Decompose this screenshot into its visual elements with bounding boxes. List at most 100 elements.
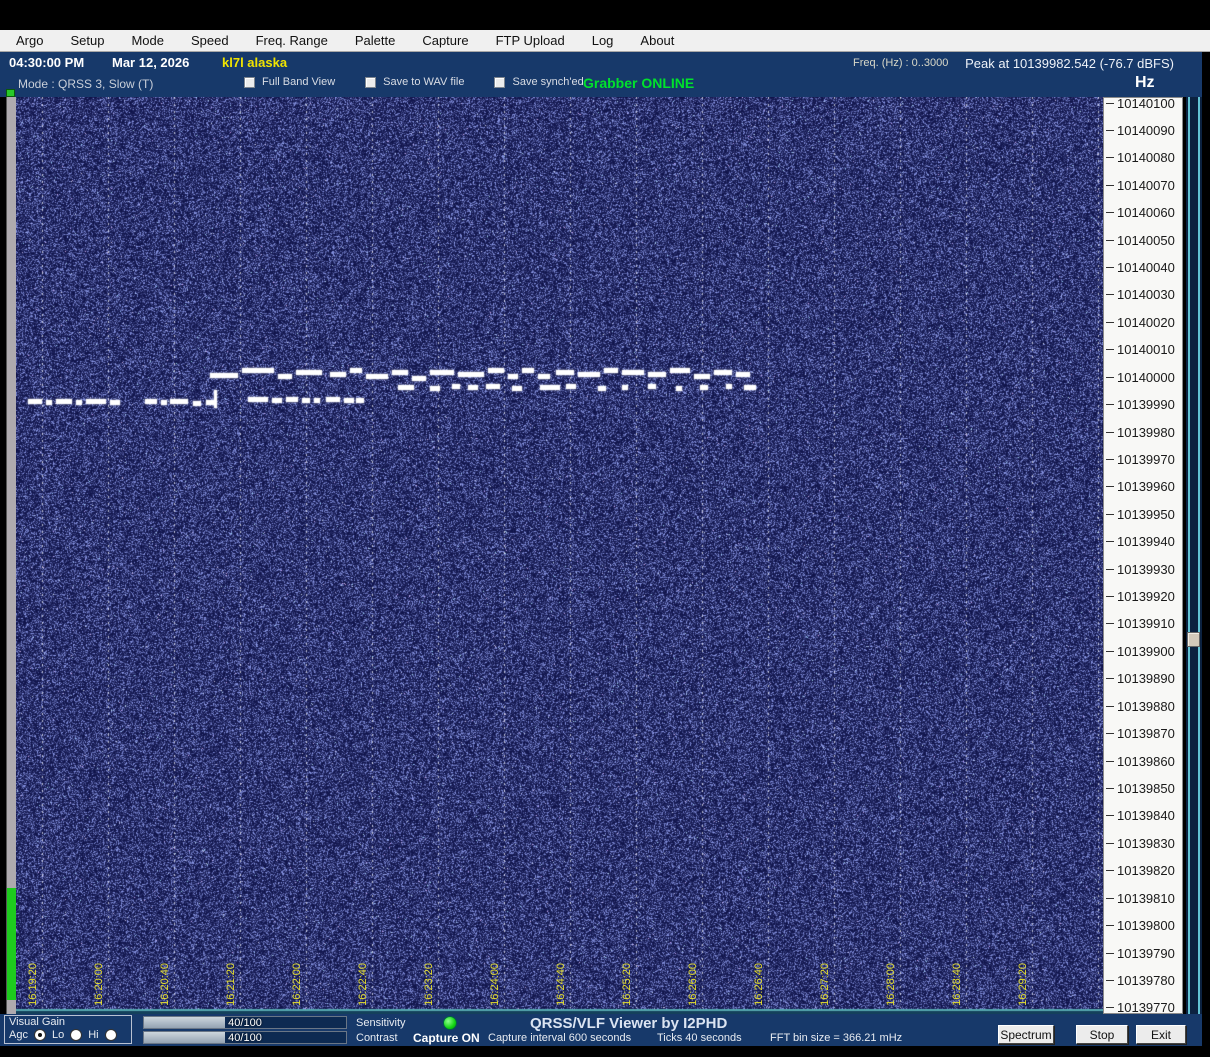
freq-scale-value: 10139990 <box>1117 397 1175 412</box>
checkbox-group: Full Band View Save to WAV file Save synch… <box>244 76 584 88</box>
freq-tick-mark <box>1106 157 1114 158</box>
checkbox-save-to-wav-file[interactable] <box>365 77 376 88</box>
exit-button[interactable]: Exit <box>1136 1025 1186 1044</box>
freq-tick-mark <box>1106 815 1114 816</box>
freq-scale-value: 10140000 <box>1117 370 1175 385</box>
menu-item-speed[interactable]: Speed <box>191 33 229 48</box>
freq-scale-value: 10139870 <box>1117 726 1175 741</box>
gain-sliders: 40/100 40/100 <box>143 1016 347 1046</box>
ticks-label: Ticks 40 seconds <box>657 1032 742 1044</box>
grabber-online-status: Grabber ONLINE <box>583 75 694 91</box>
frequency-scale: 10140100 10140090 10140080 10140070 10140060… <box>1103 97 1183 1014</box>
freq-tick-mark <box>1106 486 1114 487</box>
menu-item-freq-range[interactable]: Freq. Range <box>256 33 328 48</box>
checkbox-label: Save to WAV file <box>383 76 464 88</box>
freq-scale-row: 10139970 <box>1104 451 1184 467</box>
freq-scale-value: 10140020 <box>1117 315 1175 330</box>
radio-label: Hi <box>88 1029 98 1041</box>
freq-scale-value: 10140060 <box>1117 205 1175 220</box>
gain-radio-group: Agc Lo Hi <box>9 1029 117 1041</box>
freq-scale-value: 10139860 <box>1117 754 1175 769</box>
action-buttons: Spectrum Stop Exit <box>998 1025 1186 1044</box>
freq-scale-value: 10140070 <box>1117 178 1175 193</box>
capture-interval-label: Capture interval 600 seconds <box>488 1032 631 1044</box>
status-bar: 04:30:00 PM Mar 12, 2026 kl7l alaska Fre… <box>0 52 1202 97</box>
freq-scale-row: 10139900 <box>1104 643 1184 659</box>
freq-tick-mark <box>1106 953 1114 954</box>
freq-tick-mark <box>1106 294 1114 295</box>
freq-scale-row: 10139800 <box>1104 918 1184 934</box>
capture-progress-marker <box>6 89 15 97</box>
freq-tick-mark <box>1106 788 1114 789</box>
freq-scale-value: 10140030 <box>1117 287 1175 302</box>
freq-scale-row: 10139990 <box>1104 397 1184 413</box>
freq-scale-row: 10139940 <box>1104 534 1184 550</box>
freq-scale-value: 10140040 <box>1117 260 1175 275</box>
contrast-slider[interactable]: 40/100 <box>143 1031 347 1044</box>
freq-tick-mark <box>1106 322 1114 323</box>
freq-scale-row: 10139960 <box>1104 479 1184 495</box>
freq-tick-mark <box>1106 541 1114 542</box>
menu-item-palette[interactable]: Palette <box>355 33 395 48</box>
clock-time: 04:30:00 PM <box>9 55 84 70</box>
status-row-1: 04:30:00 PM Mar 12, 2026 kl7l alaska Fre… <box>0 52 1202 72</box>
freq-scale-row: 10139840 <box>1104 808 1184 824</box>
freq-scale-row: 10140040 <box>1104 260 1184 276</box>
freq-scale-row: 10139980 <box>1104 424 1184 440</box>
fft-bin-size-label: FFT bin size = 366.21 mHz <box>770 1032 902 1044</box>
menu-item-argo[interactable]: Argo <box>16 33 43 48</box>
capture-led-indicator <box>443 1016 457 1030</box>
waterfall-canvas <box>16 97 1103 1014</box>
freq-scale-row: 10140090 <box>1104 122 1184 138</box>
freq-scale-value: 10139840 <box>1117 808 1175 823</box>
freq-scale-row: 10139860 <box>1104 753 1184 769</box>
freq-scale-row: 10139870 <box>1104 726 1184 742</box>
checkbox-full-band-view[interactable] <box>244 77 255 88</box>
menu-item-ftp-upload[interactable]: FTP Upload <box>496 33 565 48</box>
stop-button[interactable]: Stop <box>1076 1025 1128 1044</box>
checkbox-label: Save synch'ed <box>512 76 583 88</box>
freq-tick-mark <box>1106 925 1114 926</box>
freq-scale-row: 10140030 <box>1104 287 1184 303</box>
clock-date: Mar 12, 2026 <box>112 55 189 70</box>
radio-agc[interactable] <box>34 1029 46 1041</box>
freq-scale-value: 10139910 <box>1117 616 1175 631</box>
peak-readout: Peak at 10139982.542 (-76.7 dBFS) <box>965 56 1174 71</box>
freq-scale-row: 10140100 <box>1104 95 1184 111</box>
freq-scale-value: 10140090 <box>1117 123 1175 138</box>
argo-window: Argo Setup Mode Speed Freq. Range Palette Capt… <box>0 0 1210 1057</box>
freq-scale-value: 10140080 <box>1117 150 1175 165</box>
menu-item-about[interactable]: About <box>640 33 674 48</box>
radio-label: Lo <box>52 1029 64 1041</box>
hz-axis-label: Hz <box>1135 74 1155 92</box>
freq-tick-mark <box>1106 212 1114 213</box>
sensitivity-slider[interactable]: 40/100 <box>143 1016 347 1029</box>
freq-scale-row: 10139950 <box>1104 506 1184 522</box>
spectrum-button[interactable]: Spectrum <box>998 1025 1054 1044</box>
menu-item-log[interactable]: Log <box>592 33 614 48</box>
radio-hi[interactable] <box>105 1029 117 1041</box>
scrollbar-thumb[interactable] <box>1187 632 1200 647</box>
freq-scale-row: 10140050 <box>1104 232 1184 248</box>
scrollbar-track-line <box>1188 97 1190 1014</box>
freq-scale-row: 10140020 <box>1104 314 1184 330</box>
waterfall-region: 16:19:20 16:20:00 16:20:40 16:21:20 16:22:00… <box>0 97 1210 1014</box>
checkbox-save-synch-ed[interactable] <box>494 77 505 88</box>
menu-item-mode[interactable]: Mode <box>131 33 164 48</box>
freq-tick-mark <box>1106 706 1114 707</box>
freq-tick-mark <box>1106 596 1114 597</box>
menu-item-setup[interactable]: Setup <box>70 33 104 48</box>
visual-gain-label: Visual Gain <box>9 1016 65 1028</box>
freq-tick-mark <box>1106 103 1114 104</box>
radio-lo[interactable] <box>70 1029 82 1041</box>
freq-scale-value: 10139900 <box>1117 644 1175 659</box>
menu-item-capture[interactable]: Capture <box>422 33 468 48</box>
freq-scale-row: 10140080 <box>1104 150 1184 166</box>
callsign-label: kl7l alaska <box>222 55 287 70</box>
freq-scale-row: 10139930 <box>1104 561 1184 577</box>
freq-scale-row: 10140060 <box>1104 205 1184 221</box>
freq-scale-value: 10139880 <box>1117 699 1175 714</box>
freq-scale-row: 10139890 <box>1104 671 1184 687</box>
frequency-scrollbar[interactable] <box>1186 97 1202 1014</box>
freq-tick-mark <box>1106 1007 1114 1008</box>
